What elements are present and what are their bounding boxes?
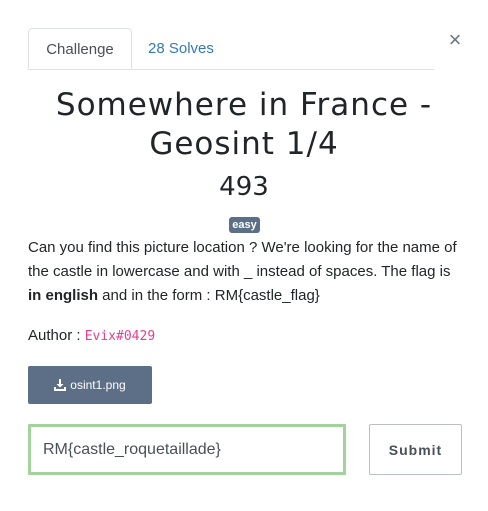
challenge-title: Somewhere in France - Geosint 1/4 bbox=[55, 87, 433, 162]
challenge-tabs: Challenge 28 Solves bbox=[28, 28, 434, 70]
submit-button[interactable]: Submit bbox=[369, 424, 462, 475]
description-bold-text: in english bbox=[28, 287, 99, 304]
close-icon[interactable]: × bbox=[446, 28, 464, 52]
flag-input[interactable] bbox=[28, 424, 346, 475]
tab-solves[interactable]: 28 Solves bbox=[132, 28, 230, 69]
file-name-label: osint1.png bbox=[70, 378, 126, 392]
challenge-value: 493 bbox=[219, 172, 269, 202]
description-text-1: Can you find this picture location ? We'… bbox=[28, 239, 457, 280]
tab-challenge[interactable]: Challenge bbox=[28, 28, 132, 69]
description-text-2: and in the form : RM{castle_flag} bbox=[98, 287, 320, 304]
download-icon bbox=[54, 379, 67, 391]
download-file-button[interactable]: osint1.png bbox=[28, 366, 152, 404]
difficulty-badge: easy bbox=[229, 217, 260, 233]
author-handle: Evix#0429 bbox=[84, 329, 156, 344]
author-line: Author : Evix#0429 bbox=[28, 324, 155, 349]
challenge-description: Can you find this picture location ? We'… bbox=[28, 236, 464, 308]
author-label: Author : bbox=[28, 327, 85, 344]
